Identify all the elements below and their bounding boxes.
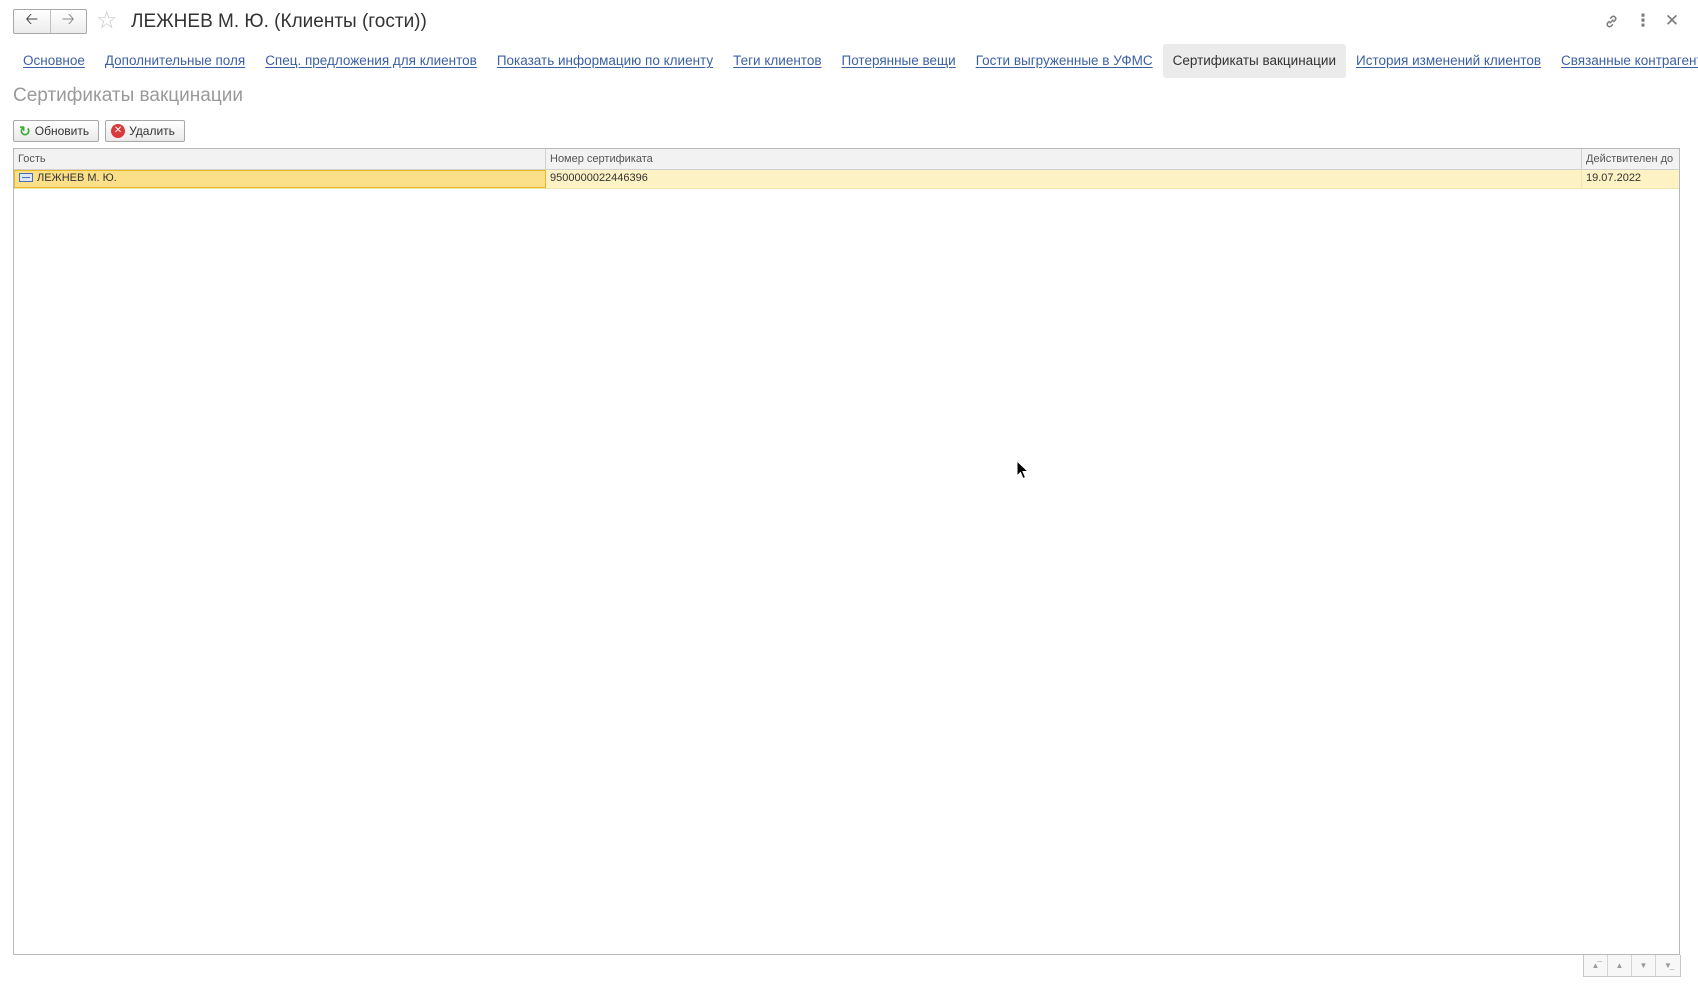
table-header: Гость Номер сертификата Действителен до — [14, 149, 1679, 170]
scroll-to-top-icon[interactable]: ▲̅ — [1584, 955, 1608, 976]
guest-card-icon — [19, 173, 33, 182]
tab-special-offers[interactable]: Спец. предложения для клиентов — [255, 44, 487, 78]
delete-button-label: Удалить — [129, 124, 175, 138]
form-tabs: Основное Дополнительные поля Спец. предл… — [13, 44, 1698, 78]
window-title: ЛЕЖНЕВ М. Ю. (Клиенты (гости)) — [131, 11, 427, 32]
mouse-cursor-icon — [1016, 460, 1030, 480]
star-icon[interactable]: ☆ — [96, 8, 118, 34]
more-vertical-icon[interactable]: ⋮ — [1633, 11, 1653, 31]
tab-client-tags[interactable]: Теги клиентов — [723, 44, 831, 78]
scroll-controls: ▲̅ ▲ ▼ ▼̲ — [1583, 955, 1681, 977]
link-icon[interactable] — [1601, 11, 1621, 31]
tab-client-history[interactable]: История изменений клиентов — [1346, 44, 1551, 78]
delete-button[interactable]: ✕ Удалить — [105, 120, 185, 142]
tab-main[interactable]: Основное — [13, 44, 95, 78]
toolbar: ↻ Обновить ✕ Удалить — [13, 120, 185, 142]
back-button[interactable]: 🡠 — [14, 10, 51, 33]
title-bar: 🡠 🡢 ☆ ЛЕЖНЕВ М. Ю. (Клиенты (гости)) ⋮ ✕ — [0, 0, 1698, 42]
scroll-to-bottom-icon[interactable]: ▼̲ — [1656, 955, 1680, 976]
scroll-down-icon[interactable]: ▼ — [1632, 955, 1656, 976]
tab-additional-fields[interactable]: Дополнительные поля — [95, 44, 255, 78]
tab-ufms-guests[interactable]: Гости выгруженные в УФМС — [966, 44, 1163, 78]
guest-name: ЛЕЖНЕВ М. Ю. — [37, 172, 117, 184]
cell-guest[interactable]: ЛЕЖНЕВ М. Ю. — [14, 170, 546, 188]
column-header-guest[interactable]: Гость — [14, 149, 546, 169]
forward-button[interactable]: 🡢 — [51, 10, 87, 33]
table-row[interactable]: ЛЕЖНЕВ М. Ю. 9500000022446396 19.07.2022 — [14, 170, 1679, 189]
column-header-valid-until[interactable]: Действителен до — [1582, 149, 1679, 169]
refresh-button[interactable]: ↻ Обновить — [13, 120, 100, 142]
delete-icon: ✕ — [111, 124, 126, 138]
arrow-right-icon: 🡢 — [61, 11, 75, 28]
arrow-left-icon: 🡠 — [25, 11, 39, 28]
tab-related-counterparties[interactable]: Связанные контрагенты — [1551, 44, 1698, 78]
refresh-icon: ↻ — [19, 123, 31, 139]
cell-valid-until[interactable]: 19.07.2022 — [1582, 170, 1679, 188]
tab-client-info[interactable]: Показать информацию по клиенту — [487, 44, 723, 78]
cell-certificate[interactable]: 9500000022446396 — [546, 170, 1582, 188]
column-header-certificate[interactable]: Номер сертификата — [546, 149, 1582, 169]
scroll-up-icon[interactable]: ▲ — [1608, 955, 1632, 976]
section-title: Сертификаты вакцинации — [13, 85, 243, 106]
certificates-table[interactable]: Гость Номер сертификата Действителен до … — [13, 148, 1680, 955]
tab-vaccination-certificates[interactable]: Сертификаты вакцинации — [1162, 44, 1346, 78]
form-window: 🡠 🡢 ☆ ЛЕЖНЕВ М. Ю. (Клиенты (гости)) ⋮ ✕… — [0, 0, 1698, 988]
close-icon[interactable]: ✕ — [1662, 11, 1682, 31]
refresh-button-label: Обновить — [34, 124, 90, 138]
tab-lost-items[interactable]: Потерянные вещи — [832, 44, 966, 78]
navigation-buttons: 🡠 🡢 — [13, 9, 87, 34]
